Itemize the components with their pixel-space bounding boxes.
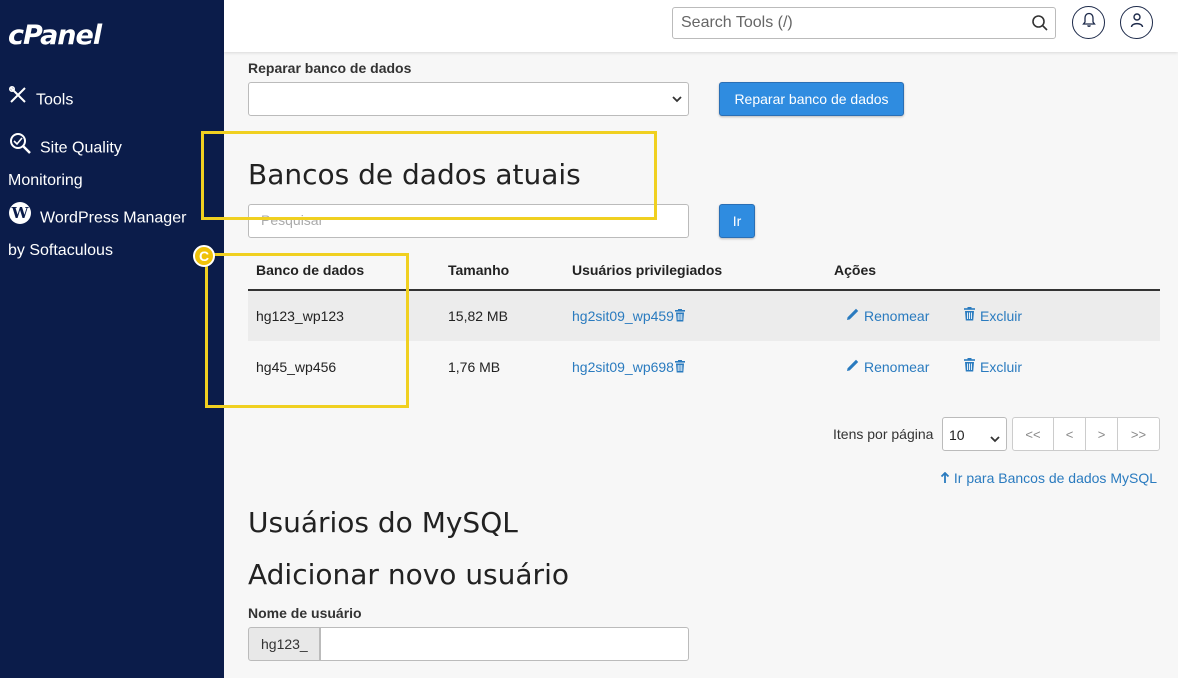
prev-page-button[interactable]: < bbox=[1053, 417, 1086, 451]
username-input[interactable] bbox=[333, 635, 733, 651]
sidebar-item-tools[interactable]: Tools bbox=[8, 85, 73, 116]
trash-icon[interactable] bbox=[674, 308, 686, 324]
rename-action[interactable]: Renomear bbox=[846, 291, 929, 341]
pencil-icon bbox=[846, 342, 860, 392]
next-page-button[interactable]: > bbox=[1085, 417, 1118, 451]
items-per-page-label: Itens por página bbox=[833, 426, 934, 442]
sidebar-item-label: WordPress Manager bbox=[40, 209, 187, 227]
sidebar-item-label: Tools bbox=[36, 91, 74, 109]
column-header-size[interactable]: Tamanho bbox=[448, 256, 509, 284]
delete-action[interactable]: Excluir bbox=[963, 291, 1022, 341]
goto-mysql-databases-link[interactable]: Ir para Bancos de dados MySQL bbox=[940, 470, 1157, 486]
rename-action[interactable]: Renomear bbox=[846, 342, 929, 392]
sidebar-item-label-cont: Monitoring bbox=[8, 172, 83, 189]
trash-icon[interactable] bbox=[674, 359, 686, 375]
username-label: Nome de usuário bbox=[248, 605, 362, 621]
privileged-user-name[interactable]: hg2sit09_wp459 bbox=[572, 308, 674, 324]
db-size: 15,82 MB bbox=[448, 308, 508, 324]
magnifier-icon bbox=[8, 131, 32, 166]
rename-label[interactable]: Renomear bbox=[864, 342, 929, 392]
trash-icon bbox=[963, 291, 976, 341]
highlight-title-box bbox=[201, 131, 657, 220]
svg-text:W: W bbox=[11, 204, 30, 222]
privileged-user-name[interactable]: hg2sit09_wp698 bbox=[572, 359, 674, 375]
trash-icon bbox=[963, 342, 976, 392]
delete-label[interactable]: Excluir bbox=[980, 342, 1022, 392]
first-page-button[interactable]: << bbox=[1012, 417, 1054, 451]
db-search-go-button[interactable]: Ir bbox=[719, 204, 755, 238]
db-size: 1,76 MB bbox=[448, 359, 501, 375]
column-header-privileged-users: Usuários privilegiados bbox=[572, 262, 723, 278]
notifications-button[interactable] bbox=[1072, 6, 1105, 39]
chevron-down-icon bbox=[672, 90, 682, 108]
repair-db-button[interactable]: Reparar banco de dados bbox=[719, 82, 904, 116]
pencil-icon bbox=[846, 291, 860, 341]
last-page-button[interactable]: >> bbox=[1117, 417, 1160, 451]
delete-action[interactable]: Excluir bbox=[963, 342, 1022, 392]
cpanel-logo[interactable]: cPanel bbox=[8, 20, 102, 51]
search-input[interactable] bbox=[681, 14, 1021, 32]
username-prefix: hg123_ bbox=[248, 627, 320, 661]
privileged-user-link[interactable]: hg2sit09_wp459 bbox=[572, 291, 686, 341]
username-field[interactable] bbox=[320, 627, 733, 661]
items-per-page-value: 10 bbox=[949, 427, 965, 443]
repair-db-label: Reparar banco de dados bbox=[248, 60, 412, 76]
column-header-actions: Ações bbox=[834, 262, 877, 278]
sidebar-item-wordpress-manager[interactable]: W WordPress Manager by Softaculous bbox=[8, 201, 186, 266]
wordpress-icon: W bbox=[8, 201, 32, 236]
user-icon bbox=[1129, 12, 1145, 33]
annotation-badge: C bbox=[193, 245, 215, 267]
search-box[interactable] bbox=[672, 7, 1056, 39]
items-per-page-select[interactable]: 10 bbox=[942, 417, 1007, 451]
repair-db-select[interactable] bbox=[248, 82, 689, 116]
sidebar-item-label: Site Quality bbox=[40, 139, 122, 157]
sidebar-item-site-quality[interactable]: Site Quality Monitoring bbox=[8, 131, 122, 196]
search-icon[interactable] bbox=[1031, 14, 1049, 37]
mysql-users-title: Usuários do MySQL bbox=[248, 506, 518, 539]
chevron-down-icon bbox=[990, 430, 1000, 448]
user-menu-button[interactable] bbox=[1120, 6, 1153, 39]
rename-label[interactable]: Renomear bbox=[864, 291, 929, 341]
highlight-db-names-box bbox=[205, 253, 409, 408]
tools-icon bbox=[8, 85, 28, 116]
top-bar bbox=[224, 0, 1178, 52]
delete-label[interactable]: Excluir bbox=[980, 291, 1022, 341]
sidebar: cPanel Tools Site Quality Monitoring W W… bbox=[0, 0, 224, 678]
bell-icon bbox=[1081, 12, 1096, 33]
goto-link-label[interactable]: Ir para Bancos de dados MySQL bbox=[954, 470, 1157, 486]
privileged-user-link[interactable]: hg2sit09_wp698 bbox=[572, 342, 686, 392]
sidebar-item-label-cont: by Softaculous bbox=[8, 242, 113, 259]
add-user-title: Adicionar novo usuário bbox=[248, 558, 569, 591]
arrow-up-icon bbox=[940, 470, 950, 486]
